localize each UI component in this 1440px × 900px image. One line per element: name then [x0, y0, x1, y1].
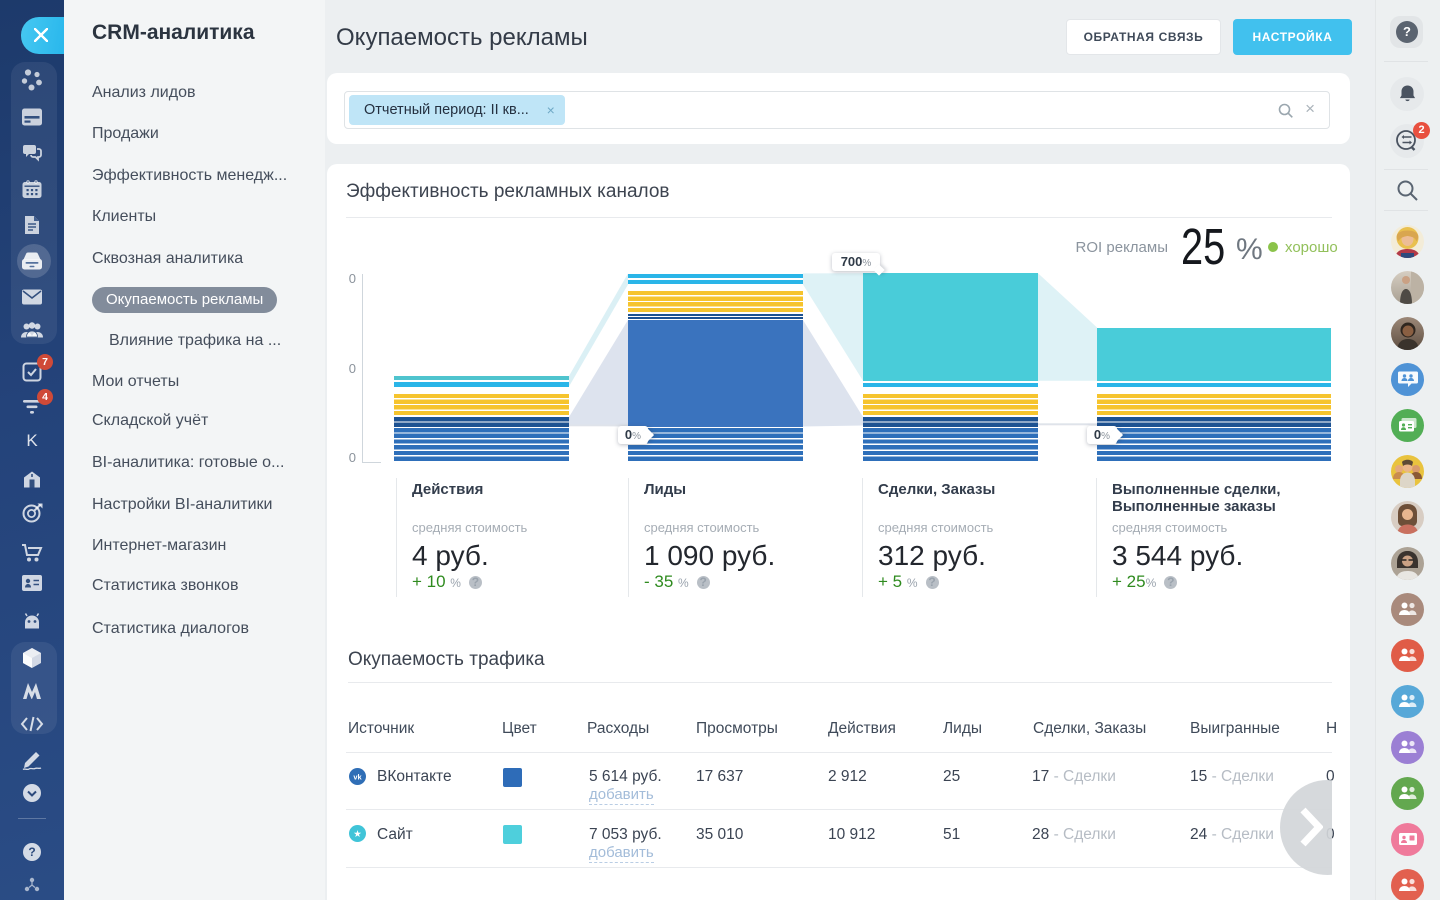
- svg-text:★: ★: [353, 829, 362, 840]
- svg-text:vk: vk: [353, 773, 362, 782]
- svg-text:?: ?: [28, 845, 35, 859]
